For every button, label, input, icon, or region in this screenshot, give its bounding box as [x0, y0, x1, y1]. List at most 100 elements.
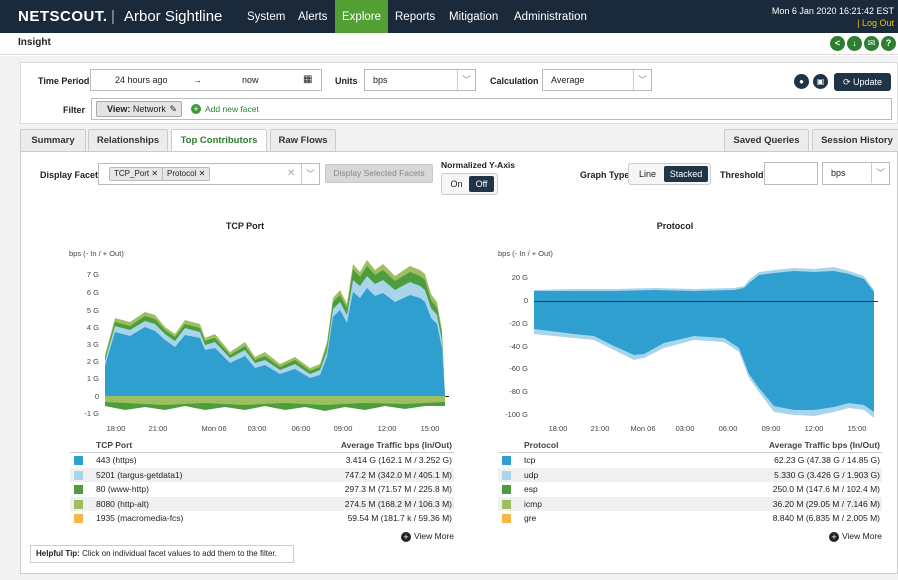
table-row[interactable]: 5201 (targus-getdata1) 747.2 M (342.0 M /… — [70, 467, 454, 482]
nav-explore[interactable]: Explore — [335, 0, 388, 33]
table-row[interactable]: udp 5.330 G (3.426 G / 1.903 G) — [498, 467, 882, 482]
update-button[interactable]: ⟳ Update — [834, 73, 891, 91]
nav-administration[interactable]: Administration — [507, 0, 594, 33]
tab-raw-flows[interactable]: Raw Flows — [270, 129, 336, 151]
calculation-label: Calculation — [490, 76, 539, 86]
help-icon[interactable]: ? — [881, 36, 896, 51]
table-row[interactable]: 80 (www-http) 297.3 M (71.57 M / 225.8 M) — [70, 482, 454, 497]
row-name[interactable]: 443 (https) — [96, 455, 137, 465]
row-name[interactable]: udp — [524, 470, 538, 480]
y-tick: 4 G — [86, 323, 99, 332]
row-name[interactable]: 1935 (macromedia-fcs) — [96, 513, 183, 523]
tab-bar: Summary Relationships Top Contributors R… — [20, 129, 898, 152]
tab-summary[interactable]: Summary — [20, 129, 86, 151]
table-header: Protocol Average Traffic bps (In/Out) — [498, 439, 882, 453]
facet-select[interactable]: TCP_Port ✕ Protocol ✕ ✕ ﹀ — [98, 163, 320, 185]
row-value: 5.330 G (3.426 G / 1.903 G) — [774, 469, 880, 480]
y-tick: 7 G — [86, 270, 99, 279]
calculation-select[interactable]: Average ﹀ — [542, 69, 652, 91]
share-icon[interactable]: < — [830, 36, 845, 51]
table-row[interactable]: 443 (https) 3.414 G (162.1 M / 3.252 G) — [70, 453, 454, 468]
page-header: Insight — [0, 33, 898, 55]
swatch — [502, 499, 511, 509]
filter-input[interactable]: View: Network ✎ + Add new facet — [91, 98, 892, 120]
row-name[interactable]: tcp — [524, 455, 535, 465]
tab-saved-queries[interactable]: Saved Queries — [724, 129, 809, 151]
download-icon[interactable]: ↓ — [847, 36, 862, 51]
table-row[interactable]: 1935 (macromedia-fcs) 59.54 M (181.7 k / … — [70, 511, 454, 526]
row-value: 59.54 M (181.7 k / 59.36 M) — [347, 513, 452, 523]
view-more-label: View More — [414, 531, 454, 541]
table-row[interactable]: icmp 36.20 M (29.05 M / 7.146 M) — [498, 496, 882, 511]
time-arrow-icon: → — [193, 75, 202, 85]
row-name[interactable]: 80 (www-http) — [96, 484, 149, 494]
row-name[interactable]: 8080 (http-alt) — [96, 499, 149, 509]
row-value: 36.20 M (29.05 M / 7.146 M) — [772, 498, 880, 509]
table-row[interactable]: tcp 62.23 G (47.38 G / 14.85 G) — [498, 453, 882, 468]
logout-link[interactable]: | Log Out — [772, 17, 894, 29]
swatch — [74, 499, 83, 509]
y-tick: 6 G — [86, 288, 99, 297]
nav-system[interactable]: System — [240, 0, 292, 33]
calculation-value: Average — [551, 75, 585, 85]
units-select[interactable]: bps ﹀ — [364, 69, 476, 91]
y-tick: 0 — [94, 392, 99, 401]
table-row[interactable]: gre 8.840 M (6.835 M / 2.005 M) — [498, 511, 882, 526]
protocol-stacked-area-chart[interactable] — [534, 262, 880, 420]
normalized-on[interactable]: On — [444, 176, 469, 192]
clock: Mon 6 Jan 2020 16:21:42 EST | Log Out — [772, 5, 894, 29]
view-more-link[interactable]: + View More — [401, 531, 454, 542]
tab-relationships[interactable]: Relationships — [88, 129, 168, 151]
y-tick: 1 G — [86, 374, 99, 383]
row-name[interactable]: gre — [524, 513, 536, 523]
facet-chip-tcp-port[interactable]: TCP_Port ✕ — [109, 167, 164, 181]
x-tick: Mon 06 — [201, 424, 227, 433]
calendar-icon[interactable]: ▦ — [303, 70, 312, 90]
swatch — [502, 470, 511, 480]
table-row[interactable]: 8080 (http-alt) 274.5 M (168.2 M / 106.3 … — [70, 496, 454, 511]
threshold-unit-select[interactable]: bps ﹀ — [822, 162, 890, 185]
row-name[interactable]: esp — [524, 484, 538, 494]
update-label: Update — [853, 77, 883, 87]
normalized-off[interactable]: Off — [469, 176, 494, 192]
tcp-port-legend-table: TCP Port Average Traffic bps (In/Out) 44… — [70, 439, 454, 526]
display-facets-label: Display Facets — [40, 170, 104, 180]
table-row[interactable]: esp 250.0 M (147.6 M / 102.4 M) — [498, 482, 882, 497]
x-tick: 15:00 — [420, 424, 440, 433]
add-icon[interactable]: + — [191, 104, 201, 114]
mail-icon[interactable]: ✉ — [864, 36, 879, 51]
tab-top-contributors[interactable]: Top Contributors — [171, 129, 267, 152]
close-icon[interactable]: ✕ — [199, 169, 206, 178]
threshold-input[interactable] — [764, 162, 818, 185]
y-tick: -20 G — [509, 319, 528, 328]
facet-chip-protocol[interactable]: Protocol ✕ — [162, 167, 211, 181]
edit-icon[interactable]: ✎ — [169, 102, 177, 116]
tcp-port-stacked-area-chart[interactable] — [105, 260, 451, 418]
row-value: 747.2 M (342.0 M / 405.1 M) — [344, 469, 452, 480]
protocol-legend-table: Protocol Average Traffic bps (In/Out) tc… — [498, 439, 882, 526]
swatch — [502, 485, 511, 494]
swatch — [74, 485, 83, 494]
row-name[interactable]: 5201 (targus-getdata1) — [96, 470, 182, 480]
save-icon[interactable]: ▣ — [813, 74, 828, 89]
bell-icon[interactable]: ● — [794, 74, 809, 89]
graph-line[interactable]: Line — [631, 166, 664, 182]
tab-session-history[interactable]: Session History — [812, 129, 898, 151]
nav-alerts[interactable]: Alerts — [291, 0, 334, 33]
time-period-input[interactable]: 24 hours ago → now ▦ — [90, 69, 322, 91]
view-more-link[interactable]: + View More — [829, 531, 882, 542]
view-value: Network — [132, 104, 166, 114]
display-selected-facets-button[interactable]: Display Selected Facets — [325, 164, 433, 183]
y-tick: 3 G — [86, 340, 99, 349]
y-tick: 5 G — [86, 306, 99, 315]
view-network-chip[interactable]: View: Network ✎ — [96, 101, 182, 117]
close-icon[interactable]: ✕ — [151, 169, 158, 178]
row-name[interactable]: icmp — [524, 499, 542, 509]
nav-mitigation[interactable]: Mitigation — [442, 0, 505, 33]
nav-reports[interactable]: Reports — [388, 0, 442, 33]
add-facet-link[interactable]: Add new facet — [205, 99, 259, 119]
graph-stacked[interactable]: Stacked — [664, 166, 708, 182]
y-axis-unit: bps (- In / + Out) — [69, 249, 124, 258]
x-tick: 12:00 — [377, 424, 397, 433]
clear-icon[interactable]: ✕ — [287, 164, 295, 184]
